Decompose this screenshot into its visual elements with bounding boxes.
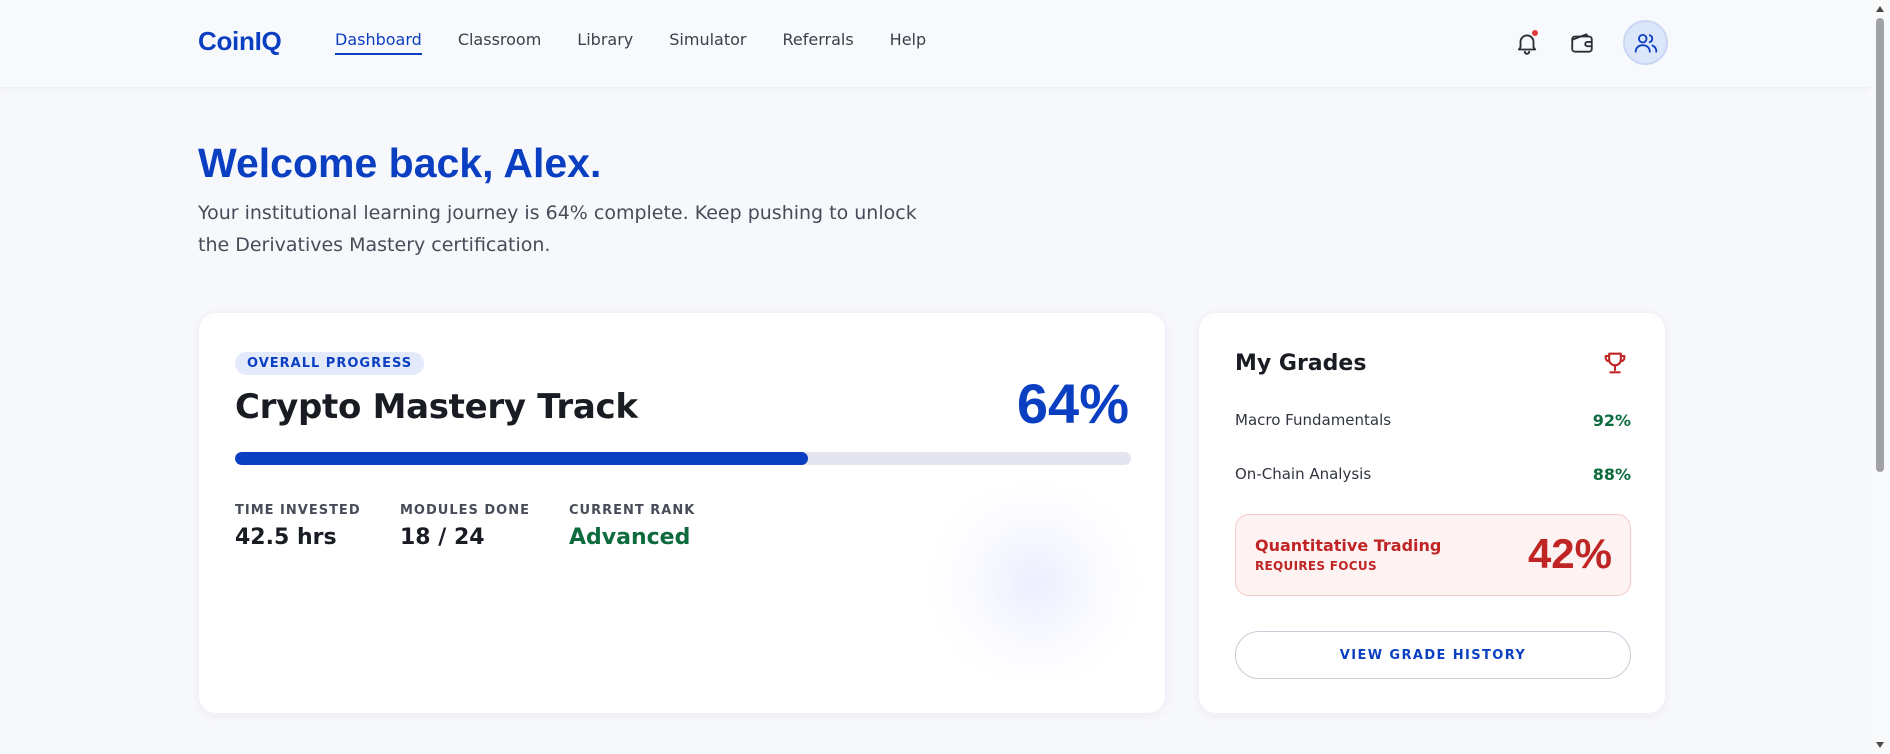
nav-dashboard[interactable]: Dashboard xyxy=(335,30,422,55)
brand-logo[interactable]: CoinIQ xyxy=(198,26,282,57)
stat-value: 42.5 hrs xyxy=(235,525,337,550)
stat-label: TIME INVESTED xyxy=(235,503,361,518)
focus-grade-name: Quantitative Trading xyxy=(1255,536,1442,555)
requires-focus-tag: REQUIRES FOCUS xyxy=(1255,559,1377,573)
scroll-thumb[interactable] xyxy=(1876,18,1884,472)
grade-row: Macro Fundamentals 92% xyxy=(1235,411,1631,430)
scroll-up-arrow[interactable] xyxy=(1876,6,1884,12)
overall-progress-badge: OVERALL PROGRESS xyxy=(235,352,425,375)
grade-row: On-Chain Analysis 88% xyxy=(1235,465,1631,484)
grade-name: Macro Fundamentals xyxy=(1235,411,1392,429)
nav-library[interactable]: Library xyxy=(577,30,633,55)
trophy-icon xyxy=(1604,352,1626,374)
nav-simulator[interactable]: Simulator xyxy=(669,30,746,55)
grade-value: 88% xyxy=(1592,465,1631,484)
header-actions xyxy=(1510,20,1668,66)
overall-progress-card: OVERALL PROGRESS Crypto Mastery Track 64… xyxy=(198,312,1166,714)
focus-grade-value: 42% xyxy=(1527,530,1612,577)
top-navigation-bar: CoinIQ Dashboard Classroom Library Simul… xyxy=(0,0,1870,88)
stat-label: MODULES DONE xyxy=(400,503,530,518)
nav-referrals[interactable]: Referrals xyxy=(782,30,853,55)
grade-value: 92% xyxy=(1592,411,1631,430)
welcome-subtitle: Your institutional learning journey is 6… xyxy=(198,202,917,256)
my-grades-card: My Grades Macro Fundamentals 92% On-Chai… xyxy=(1198,312,1666,714)
nav-help[interactable]: Help xyxy=(890,30,926,55)
profile-avatar-button[interactable] xyxy=(1623,20,1668,65)
notifications-button[interactable] xyxy=(1510,26,1544,60)
scroll-down-arrow[interactable] xyxy=(1876,742,1884,748)
main-nav: Dashboard Classroom Library Simulator Re… xyxy=(335,30,962,55)
progress-bar-fill xyxy=(235,452,809,465)
notification-dot xyxy=(1532,30,1538,36)
stat-current-rank: CURRENT RANK Advanced xyxy=(569,503,695,550)
grade-name: On-Chain Analysis xyxy=(1235,465,1372,483)
decorative-glow xyxy=(915,483,1155,683)
wallet-button[interactable] xyxy=(1565,26,1599,60)
view-grade-history-button[interactable]: VIEW GRADE HISTORY xyxy=(1235,631,1631,679)
nav-classroom[interactable]: Classroom xyxy=(458,30,541,55)
stat-value: 18 / 24 xyxy=(400,525,485,550)
stat-value: Advanced xyxy=(569,525,691,550)
focus-grade-alert: Quantitative Trading REQUIRES FOCUS 42% xyxy=(1235,514,1631,596)
wallet-icon xyxy=(1571,33,1593,53)
progress-bar xyxy=(235,452,1131,465)
welcome-heading: Welcome back, Alex. xyxy=(198,140,602,186)
progress-percent: 64% xyxy=(1016,372,1129,435)
page-scrollbar[interactable] xyxy=(1870,0,1890,754)
stat-label: CURRENT RANK xyxy=(569,503,696,518)
grades-title: My Grades xyxy=(1235,351,1367,376)
stat-time-invested: TIME INVESTED 42.5 hrs xyxy=(235,503,361,550)
users-icon xyxy=(1634,33,1657,53)
stat-modules-done: MODULES DONE 18 / 24 xyxy=(400,503,530,550)
track-title: Crypto Mastery Track xyxy=(235,387,638,427)
